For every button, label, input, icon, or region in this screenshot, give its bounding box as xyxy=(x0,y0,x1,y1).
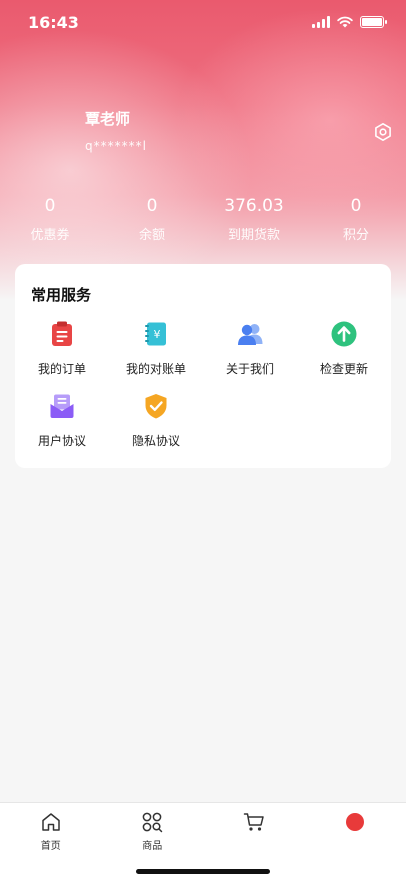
profile-account: q*******l xyxy=(85,139,147,153)
service-about-us[interactable]: 关于我们 xyxy=(203,320,297,377)
stat-value: 376.03 xyxy=(224,196,284,216)
statement-icon: ¥ xyxy=(145,322,166,346)
status-bar: 16:43 xyxy=(0,0,406,44)
users-icon xyxy=(238,324,263,345)
stat-value: 0 xyxy=(146,196,158,216)
service-privacy-agreement[interactable]: 隐私协议 xyxy=(109,392,203,449)
service-label: 我的订单 xyxy=(37,362,86,376)
status-time: 16:43 xyxy=(28,12,79,32)
stat-value: 0 xyxy=(350,196,362,216)
profile-icon xyxy=(346,813,365,831)
cart-icon xyxy=(243,813,264,831)
stat-label: 余额 xyxy=(138,228,165,243)
wifi-icon xyxy=(337,16,353,28)
signal-icon xyxy=(312,16,330,28)
status-icons xyxy=(312,16,387,28)
service-my-statement[interactable]: ¥ 我的对账单 xyxy=(109,320,203,377)
stat-label: 到期货款 xyxy=(227,228,280,243)
tab-profile[interactable] xyxy=(305,803,406,883)
service-check-update[interactable]: 检查更新 xyxy=(297,320,391,377)
service-label: 隐私协议 xyxy=(131,434,180,448)
stat-label: 优惠券 xyxy=(30,228,70,243)
service-label: 检查更新 xyxy=(319,362,368,376)
agreement-icon xyxy=(50,394,74,418)
stat-value: 0 xyxy=(44,196,56,216)
tab-label: 首页 xyxy=(40,841,61,852)
order-icon xyxy=(52,321,72,346)
header-background xyxy=(0,0,406,300)
stat-label: 积分 xyxy=(342,228,369,243)
service-label: 用户协议 xyxy=(37,434,86,448)
update-icon xyxy=(331,321,357,347)
settings-gear-icon[interactable] xyxy=(373,122,393,142)
tab-home[interactable]: 首页 xyxy=(0,803,102,883)
stats-row: 0 优惠券 0 余额 376.03 到期货款 0 积分 xyxy=(0,196,406,243)
service-my-orders[interactable]: 我的订单 xyxy=(15,320,109,377)
profile-name: 覃老师 xyxy=(85,110,131,128)
privacy-shield-icon xyxy=(145,394,167,419)
stat-balance[interactable]: 0 余额 xyxy=(112,196,192,243)
grid-icon xyxy=(142,812,163,833)
battery-icon xyxy=(360,16,387,28)
home-icon xyxy=(42,813,60,831)
service-label: 我的对账单 xyxy=(125,362,186,376)
services-card: 常用服务 我的订单 ¥ 我的对账单 关于我们 检查更新 用户协议 隐私协议 xyxy=(15,264,391,468)
stat-coupons[interactable]: 0 优惠券 xyxy=(10,196,90,243)
tab-label: 商品 xyxy=(142,841,163,852)
svg-text:¥: ¥ xyxy=(154,328,161,341)
stat-due-payment[interactable]: 376.03 到期货款 xyxy=(214,196,294,243)
profile-info[interactable]: 覃老师 q*******l xyxy=(85,108,147,153)
services-title: 常用服务 xyxy=(31,286,92,304)
service-user-agreement[interactable]: 用户协议 xyxy=(15,392,109,449)
home-indicator xyxy=(136,869,270,874)
stat-points[interactable]: 0 积分 xyxy=(316,196,396,243)
service-label: 关于我们 xyxy=(225,362,274,376)
